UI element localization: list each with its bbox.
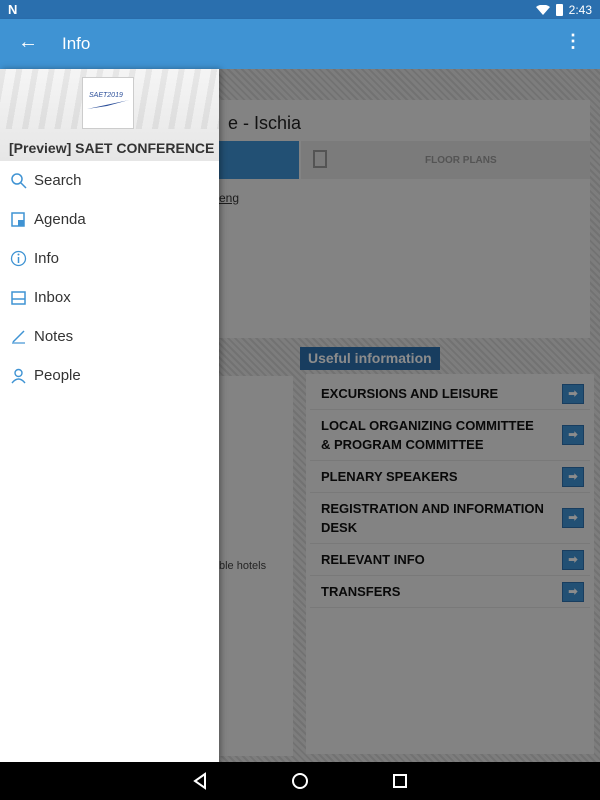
notification-icon: N (8, 2, 18, 17)
app-bar-title: Info (62, 34, 91, 53)
drawer-item-info[interactable]: Info (0, 239, 219, 278)
more-options-icon[interactable]: ⋮ (564, 31, 582, 52)
system-nav-bar (0, 762, 600, 800)
drawer-item-agenda[interactable]: Agenda (0, 200, 219, 239)
drawer-item-label: Search (34, 172, 82, 189)
search-icon (11, 173, 27, 189)
people-icon (11, 368, 26, 384)
home-circle-icon[interactable] (291, 772, 309, 790)
recents-square-icon[interactable] (391, 772, 409, 790)
drawer-header: SAET2019 [Preview] SAET CONFERENCE (0, 69, 219, 161)
conference-logo: SAET2019 (82, 77, 134, 129)
logo-text: SAET2019 (89, 92, 123, 99)
back-arrow-icon[interactable]: ← (18, 31, 38, 54)
drawer-item-label: Inbox (34, 289, 71, 306)
drawer-item-label: Notes (34, 328, 74, 345)
status-bar: N 2:43 (0, 0, 600, 19)
drawer-title: [Preview] SAET CONFERENCE (9, 140, 215, 156)
agenda-icon (11, 212, 25, 227)
drawer-item-people[interactable]: People (0, 356, 219, 395)
app-bar: ← Info ⋮ (0, 19, 600, 69)
info-icon (10, 250, 27, 267)
drawer-item-label: Agenda (34, 211, 86, 228)
logo-swoosh-icon (87, 100, 129, 109)
screen: N 2:43 ← Info ⋮ e - Ischia FLOOR PLANS e… (0, 0, 600, 800)
drawer-item-label: People (34, 367, 81, 384)
drawer-item-notes[interactable]: Notes (0, 317, 219, 356)
wifi-icon (535, 5, 550, 15)
drawer-item-label: Info (34, 250, 60, 267)
navigation-drawer: SAET2019 [Preview] SAET CONFERENCE Searc… (0, 69, 219, 762)
drawer-item-inbox[interactable]: Inbox (0, 278, 219, 317)
inbox-icon (11, 291, 26, 305)
battery-icon (555, 4, 563, 16)
notes-icon (12, 330, 25, 344)
status-time: 2:43 (568, 3, 592, 17)
drawer-item-search[interactable]: Search (0, 161, 219, 200)
back-triangle-icon[interactable] (191, 772, 209, 790)
